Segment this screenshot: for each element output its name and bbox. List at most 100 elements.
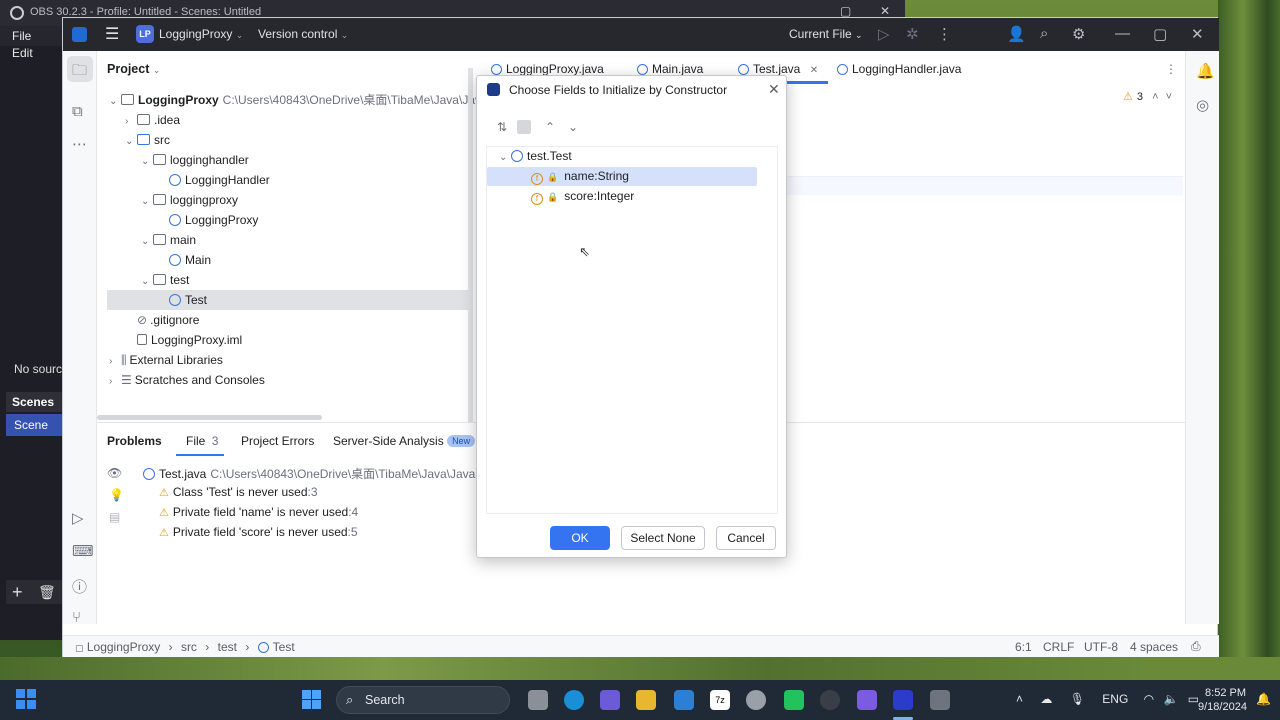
vscode-icon[interactable]	[674, 690, 694, 710]
project-panel-title[interactable]: Project ⌄	[107, 62, 160, 76]
breadcrumb-item[interactable]: test	[218, 640, 237, 654]
obs-app-icon[interactable]	[820, 690, 840, 710]
ok-button[interactable]: OK	[550, 526, 610, 550]
problem-item[interactable]: ⚠ Private field 'score' is never used:5	[159, 525, 358, 539]
copilot-icon[interactable]	[600, 690, 620, 710]
expand-icon[interactable]: ▤	[109, 510, 120, 524]
show-classes-toggle[interactable]	[517, 120, 531, 134]
tree-node-gitignore[interactable]: ⊘ .gitignore	[109, 310, 469, 330]
obs-scene-item[interactable]: Scene	[6, 414, 62, 436]
field-item[interactable]: f 🔒 name:String	[531, 166, 629, 186]
problem-item[interactable]: ⚠ Private field 'name' is never used:4	[159, 505, 358, 519]
ptab-server-side[interactable]: Server-Side Analysis New	[333, 434, 476, 448]
terminal-icon[interactable]: ⌨	[72, 542, 94, 560]
panel-splitter[interactable]	[468, 68, 473, 422]
breadcrumb-item[interactable]: src	[181, 640, 197, 654]
lock-icon[interactable]: ⎙	[1191, 639, 1201, 654]
tree-node-iml[interactable]: LoggingProxy.iml	[109, 330, 469, 350]
caret-position[interactable]: 6:1	[1015, 640, 1032, 654]
collapse-all-icon[interactable]: ⌄	[568, 120, 578, 134]
tree-node-src[interactable]: ⌄ src	[109, 130, 469, 150]
sort-icon[interactable]: ⇅	[497, 120, 507, 134]
line-separator[interactable]: CRLF	[1043, 640, 1074, 654]
clock[interactable]: 8:52 PM 9/18/2024	[1198, 686, 1247, 714]
tree-node-idea[interactable]: › .idea	[109, 110, 469, 130]
problem-file-row[interactable]: Test.java C:\Users\40843\OneDrive\桌面\Tiba…	[143, 465, 491, 482]
start-windows-icon[interactable]	[302, 690, 322, 710]
project-switcher[interactable]: LoggingProxy ⌄	[159, 27, 243, 41]
chevron-down-icon[interactable]: ˅	[1166, 91, 1172, 103]
7zip-icon[interactable]: 7z	[710, 690, 730, 710]
indent-setting[interactable]: 4 spaces	[1130, 640, 1178, 654]
microphone-icon[interactable]: 🎙	[1070, 692, 1085, 706]
tree-node-scratches[interactable]: › ☰ Scratches and Consoles	[109, 370, 469, 390]
wifi-icon[interactable]: ◠	[1144, 692, 1154, 706]
services-icon[interactable]: ▷	[72, 509, 84, 527]
settings-app-icon[interactable]	[746, 690, 766, 710]
main-menu-icon[interactable]: ☰	[105, 24, 119, 44]
file-explorer-icon[interactable]	[636, 690, 656, 710]
chevron-up-icon[interactable]: ˄	[1152, 91, 1158, 103]
project-folder-icon[interactable]: 🗀	[72, 60, 87, 85]
structure-icon[interactable]: ⧉	[72, 103, 83, 120]
ptab-project-errors[interactable]: Project Errors	[241, 434, 314, 448]
class-node[interactable]: ⌄ test.Test	[499, 146, 572, 166]
cancel-button[interactable]: Cancel	[716, 526, 776, 550]
tree-node-test[interactable]: ⌄ test	[109, 270, 469, 290]
select-none-button[interactable]: Select None	[621, 526, 705, 550]
problem-item[interactable]: ⚠ Class 'Test' is never used:3	[159, 485, 318, 499]
add-user-icon[interactable]: 👤	[1007, 25, 1026, 43]
problems-icon[interactable]: ⓘ	[72, 576, 87, 597]
tree-node-main-class[interactable]: Main	[109, 250, 469, 270]
obs-menu-file[interactable]: File	[0, 26, 31, 43]
intellij-icon[interactable]	[893, 690, 913, 710]
expand-all-icon[interactable]: ⌃	[545, 120, 555, 134]
tree-node-main[interactable]: ⌄ main	[109, 230, 469, 250]
maximize-icon[interactable]: ▢	[1153, 25, 1167, 43]
taskbar-search[interactable]: ⌕ Search	[336, 686, 510, 714]
onedrive-icon[interactable]: ☁	[1040, 692, 1052, 706]
file-encoding[interactable]: UTF-8	[1084, 640, 1118, 654]
more-tools-icon[interactable]: ⋯	[72, 135, 87, 153]
tab-test-java[interactable]: Test.java ✕	[738, 62, 818, 76]
tabs-more-icon[interactable]: ⋮	[1165, 62, 1177, 76]
edge-browser-icon[interactable]	[564, 690, 584, 710]
notifications-icon[interactable]: 🔔	[1196, 62, 1215, 80]
debug-icon[interactable]: ✲	[906, 25, 919, 43]
tree-node-logginghandler-class[interactable]: LoggingHandler	[109, 170, 469, 190]
obs-trash-icon[interactable]: 🗑	[38, 584, 56, 601]
settings-gear-icon[interactable]: ⚙	[1072, 25, 1085, 43]
tree-node-root[interactable]: ⌄ LoggingProxy C:\Users\40843\OneDrive\桌面\…	[109, 90, 496, 110]
eye-icon[interactable]: 👁	[107, 466, 122, 480]
project-horizontal-scrollbar[interactable]	[97, 415, 322, 420]
notification-center-icon[interactable]: 🔔	[1256, 692, 1271, 706]
obs-minimize-icon[interactable]: ▢	[840, 4, 851, 18]
version-control-menu[interactable]: Version control ⌄	[258, 27, 348, 41]
remote-desktop-icon[interactable]	[930, 690, 950, 710]
tree-node-logginghandler[interactable]: ⌄ logginghandler	[109, 150, 469, 170]
language-indicator[interactable]: ENG	[1102, 692, 1128, 706]
ptab-file[interactable]: File 3	[186, 434, 218, 448]
breadcrumb-item[interactable]: LoggingProxy	[87, 640, 160, 654]
tab-logginghandler-java[interactable]: LoggingHandler.java	[837, 62, 961, 76]
search-icon[interactable]: ⌕	[1040, 25, 1048, 42]
run-icon[interactable]: ▷	[878, 25, 890, 43]
task-view-icon[interactable]	[528, 690, 548, 710]
close-icon[interactable]: ✕	[1191, 25, 1204, 43]
app-icon[interactable]	[857, 690, 877, 710]
dialog-close-icon[interactable]: ✕	[768, 81, 780, 98]
tree-node-external-libraries[interactable]: › ⫼ External Libraries	[109, 350, 469, 370]
tab-main-java[interactable]: Main.java	[637, 62, 703, 76]
tab-loggingproxy-java[interactable]: LoggingProxy.java	[491, 62, 604, 76]
tab-close-icon[interactable]: ✕	[810, 65, 818, 76]
tree-node-loggingproxy[interactable]: ⌄ loggingproxy	[109, 190, 469, 210]
show-desktop-icon[interactable]	[16, 689, 38, 711]
git-icon[interactable]: ⑂	[72, 609, 81, 626]
lightbulb-icon[interactable]: 💡	[109, 488, 124, 502]
minimize-icon[interactable]: —	[1115, 25, 1130, 42]
ai-assistant-icon[interactable]: ◎	[1196, 96, 1209, 114]
line-app-icon[interactable]	[784, 690, 804, 710]
more-actions-icon[interactable]: ⋮	[937, 25, 952, 43]
breadcrumb-item[interactable]: Test	[273, 640, 295, 654]
obs-menu-edit[interactable]: Edit	[0, 43, 33, 60]
